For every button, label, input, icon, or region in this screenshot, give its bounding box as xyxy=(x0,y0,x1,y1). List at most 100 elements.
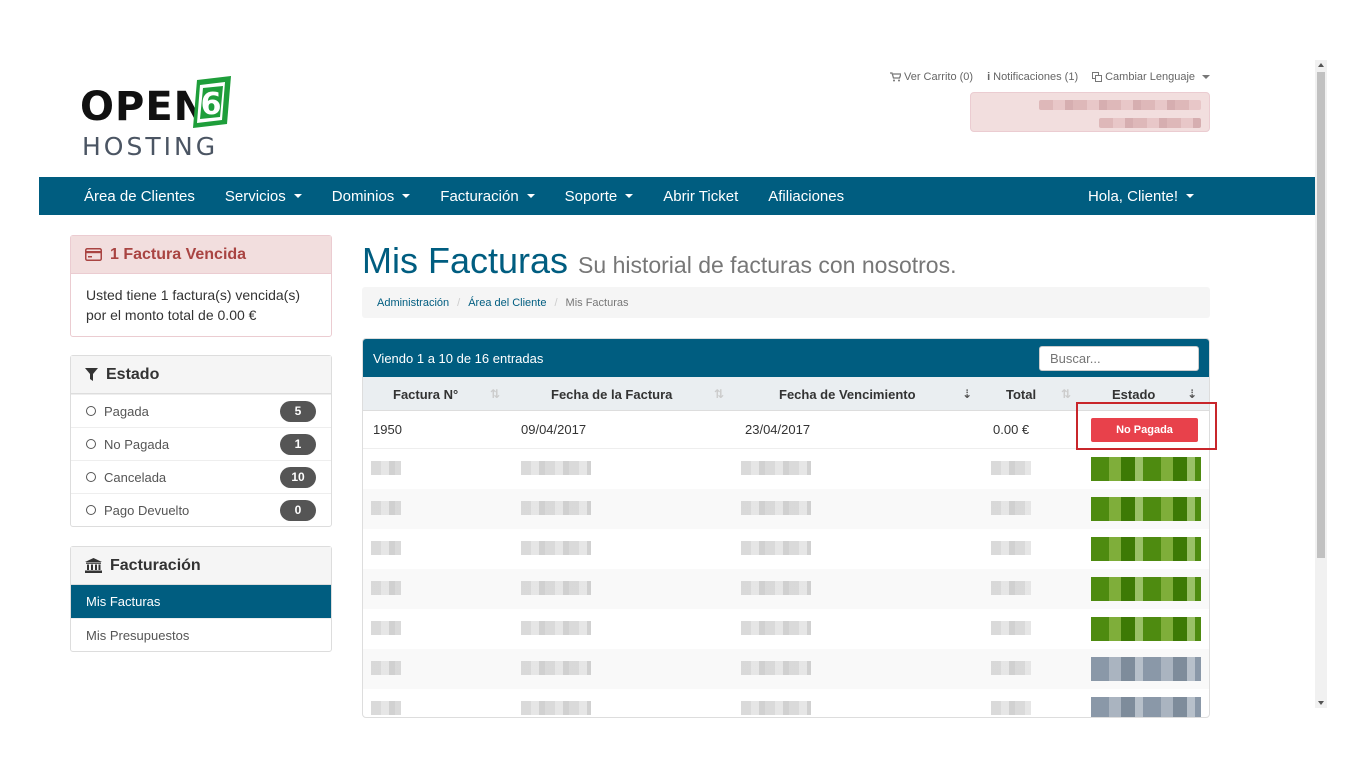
status-filter-unpaid[interactable]: No Pagada 1 xyxy=(71,427,331,460)
notifications-link[interactable]: i Notificaciones (1) xyxy=(987,71,1078,83)
scroll-down-icon[interactable] xyxy=(1318,701,1324,705)
menu-my-quotes[interactable]: Mis Presupuestos xyxy=(71,618,331,651)
redacted-text xyxy=(1099,118,1201,128)
status-panel-heading: Estado xyxy=(71,356,331,394)
top-utility-links: Ver Carrito (0) i Notificaciones (1) Cam… xyxy=(889,71,1210,83)
breadcrumb-admin[interactable]: Administración xyxy=(377,297,449,309)
count-badge: 10 xyxy=(280,466,316,488)
col-invoice-date[interactable]: Fecha de la Factura xyxy=(551,377,672,411)
chevron-down-icon xyxy=(402,194,411,198)
billing-menu-panel: Facturación Mis Facturas Mis Presupuesto… xyxy=(70,546,332,652)
cart-link[interactable]: Ver Carrito (0) xyxy=(889,71,974,83)
billing-panel-title: Facturación xyxy=(110,556,201,574)
overdue-panel-heading: 1 Factura Vencida xyxy=(71,236,331,274)
table-row-redacted[interactable] xyxy=(363,449,1209,489)
overdue-panel-body: Usted tiene 1 factura(s) vencida(s) por … xyxy=(86,287,300,323)
table-row-redacted[interactable] xyxy=(363,689,1209,717)
sort-ascending-icon[interactable]: ⇣ xyxy=(962,387,972,401)
nav-client-area[interactable]: Área de Clientes xyxy=(69,177,210,215)
language-label: Cambiar Lenguaje xyxy=(1105,71,1195,83)
chevron-down-icon xyxy=(1186,194,1194,198)
page-scrollbar[interactable] xyxy=(1315,60,1327,708)
radio-icon xyxy=(86,472,96,482)
info-icon: i xyxy=(987,71,991,83)
notifications-label: Notificaciones (1) xyxy=(993,71,1079,83)
table-row-redacted[interactable] xyxy=(363,569,1209,609)
scroll-thumb[interactable] xyxy=(1317,72,1325,558)
sort-icon[interactable]: ⇅ xyxy=(1061,387,1071,401)
radio-icon xyxy=(86,505,96,515)
invoice-date: 09/04/2017 xyxy=(521,422,587,437)
breadcrumb: Administración / Área del Cliente / Mis … xyxy=(362,287,1210,318)
logo-six-icon: 6 xyxy=(193,76,231,128)
page-subtitle: Su historial de facturas con nosotros. xyxy=(578,252,957,278)
logo-digit: 6 xyxy=(201,87,222,122)
invoice-total: 0.00 € xyxy=(993,422,1030,437)
table-search-input[interactable] xyxy=(1039,345,1199,371)
status-badge-redacted xyxy=(1091,457,1201,481)
table-row-redacted[interactable] xyxy=(363,489,1209,529)
table-row-redacted[interactable] xyxy=(363,529,1209,569)
table-row-redacted[interactable] xyxy=(363,649,1209,689)
account-info-box xyxy=(970,92,1210,132)
chevron-down-icon xyxy=(526,194,535,198)
scroll-up-icon[interactable] xyxy=(1318,63,1324,67)
status-badge-redacted xyxy=(1091,497,1201,521)
nav-billing[interactable]: Facturación xyxy=(425,177,549,215)
brand-logo[interactable]: OPEN 6 HOSTING xyxy=(80,74,240,164)
page-header: Mis Facturas Su historial de facturas co… xyxy=(362,240,956,282)
breadcrumb-separator: / xyxy=(554,296,558,309)
status-panel-title: Estado xyxy=(106,365,160,383)
nav-domains[interactable]: Dominios xyxy=(317,177,426,215)
table-toolbar: Viendo 1 a 10 de 16 entradas xyxy=(363,339,1209,377)
nav-services[interactable]: Servicios xyxy=(210,177,317,215)
nav-affiliates[interactable]: Afiliaciones xyxy=(753,177,859,215)
invoice-number[interactable]: 1950 xyxy=(373,411,402,448)
count-badge: 0 xyxy=(280,499,316,521)
chevron-down-icon xyxy=(293,194,302,198)
sort-descending-icon[interactable]: ⇣ xyxy=(1187,387,1197,401)
filter-icon xyxy=(85,368,98,381)
status-badge-redacted xyxy=(1091,537,1201,561)
billing-panel-heading: Facturación xyxy=(71,547,331,585)
logo-hosting-text: HOSTING xyxy=(82,132,219,161)
cart-label: Ver Carrito (0) xyxy=(903,71,974,83)
invoice-due-date: 23/04/2017 xyxy=(745,422,811,437)
col-invoice-number[interactable]: Factura N° xyxy=(393,377,458,411)
status-badge-redacted xyxy=(1091,697,1201,717)
status-filter-panel: Estado Pagada 5 No Pagada 1 Cancelada 10 Pa… xyxy=(70,355,332,527)
status-highlight-frame xyxy=(1076,402,1217,450)
chevron-down-icon xyxy=(1202,75,1210,79)
nav-open-ticket[interactable]: Abrir Ticket xyxy=(648,177,753,215)
status-badge-redacted xyxy=(1091,657,1201,681)
status-filter-paid[interactable]: Pagada 5 xyxy=(71,394,331,427)
breadcrumb-client-area[interactable]: Área del Cliente xyxy=(468,297,546,309)
sort-icon[interactable]: ⇅ xyxy=(714,387,724,401)
table-row-redacted[interactable] xyxy=(363,609,1209,649)
logo-open-text: OPEN xyxy=(80,84,209,130)
count-badge: 1 xyxy=(280,433,316,455)
chevron-down-icon xyxy=(625,194,634,198)
breadcrumb-separator: / xyxy=(457,296,461,309)
col-due-date[interactable]: Fecha de Vencimiento xyxy=(779,377,916,411)
redacted-text xyxy=(1039,100,1201,110)
overdue-invoice-panel: 1 Factura Vencida Usted tiene 1 factura(… xyxy=(70,235,332,337)
radio-icon xyxy=(86,406,96,416)
status-filter-refunded[interactable]: Pago Devuelto 0 xyxy=(71,493,331,526)
nav-user-menu[interactable]: Hola, Cliente! xyxy=(1073,177,1209,215)
language-dropdown[interactable]: Cambiar Lenguaje xyxy=(1092,71,1210,83)
table-entries-info: Viendo 1 a 10 de 16 entradas xyxy=(373,350,544,366)
col-total[interactable]: Total xyxy=(1006,377,1036,411)
page-title: Mis Facturas xyxy=(362,240,569,281)
sort-icon[interactable]: ⇅ xyxy=(490,387,500,401)
status-badge-redacted xyxy=(1091,617,1201,641)
status-filter-cancelled[interactable]: Cancelada 10 xyxy=(71,460,331,493)
breadcrumb-current: Mis Facturas xyxy=(565,296,629,309)
credit-card-icon xyxy=(85,248,102,261)
bank-icon xyxy=(85,558,102,573)
nav-support[interactable]: Soporte xyxy=(550,177,649,215)
overdue-panel-title: 1 Factura Vencida xyxy=(110,245,247,263)
status-badge-redacted xyxy=(1091,577,1201,601)
count-badge: 5 xyxy=(280,400,316,422)
menu-my-invoices[interactable]: Mis Facturas xyxy=(71,585,331,618)
